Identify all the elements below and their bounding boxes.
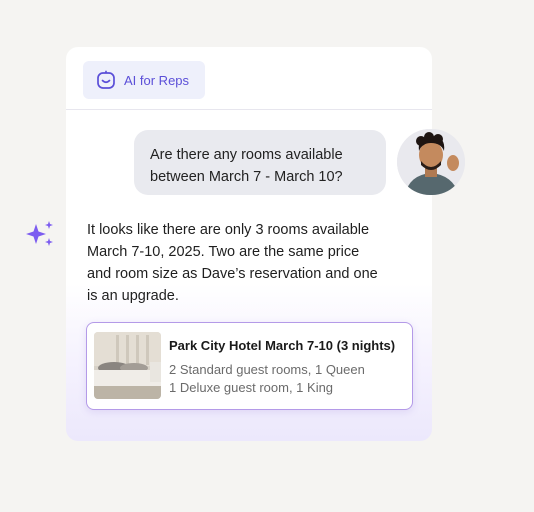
user-message-bubble: Are there any rooms available between Ma… — [134, 130, 386, 195]
chat-panel: AI for Reps Are there any rooms availabl… — [66, 47, 432, 441]
brand-label: AI for Reps — [124, 72, 190, 88]
hotel-result-card[interactable]: Park City Hotel March 7-10 (3 nights) 2 … — [86, 322, 413, 410]
hotel-title: Park City Hotel March 7-10 (3 nights) — [169, 338, 396, 353]
hotel-bedroom-image — [94, 332, 161, 399]
ai-for-reps-badge[interactable]: AI for Reps — [83, 61, 205, 99]
ai-response-line: It looks like there are only 3 rooms ava… — [87, 222, 370, 238]
ai-response-line: is an upgrade. — [87, 288, 179, 304]
user-message-line: Are there any rooms available — [150, 147, 343, 163]
ai-response-line: March 7-10, 2025. Two are the same price — [87, 244, 360, 260]
hotel-room-detail: 2 Standard guest rooms, 1 Queen — [169, 362, 365, 377]
ai-response: It looks like there are only 3 rooms ava… — [87, 219, 397, 307]
user-message-line: between March 7 - March 10? — [150, 169, 343, 185]
smile-bot-icon — [97, 70, 115, 89]
sparkle-icon — [26, 221, 53, 246]
user-avatar — [397, 129, 465, 195]
ai-response-line: and room size as Dave’s reservation and … — [87, 266, 378, 282]
panel-header: AI for Reps — [66, 47, 432, 110]
hotel-room-detail: 1 Deluxe guest room, 1 King — [169, 380, 334, 395]
